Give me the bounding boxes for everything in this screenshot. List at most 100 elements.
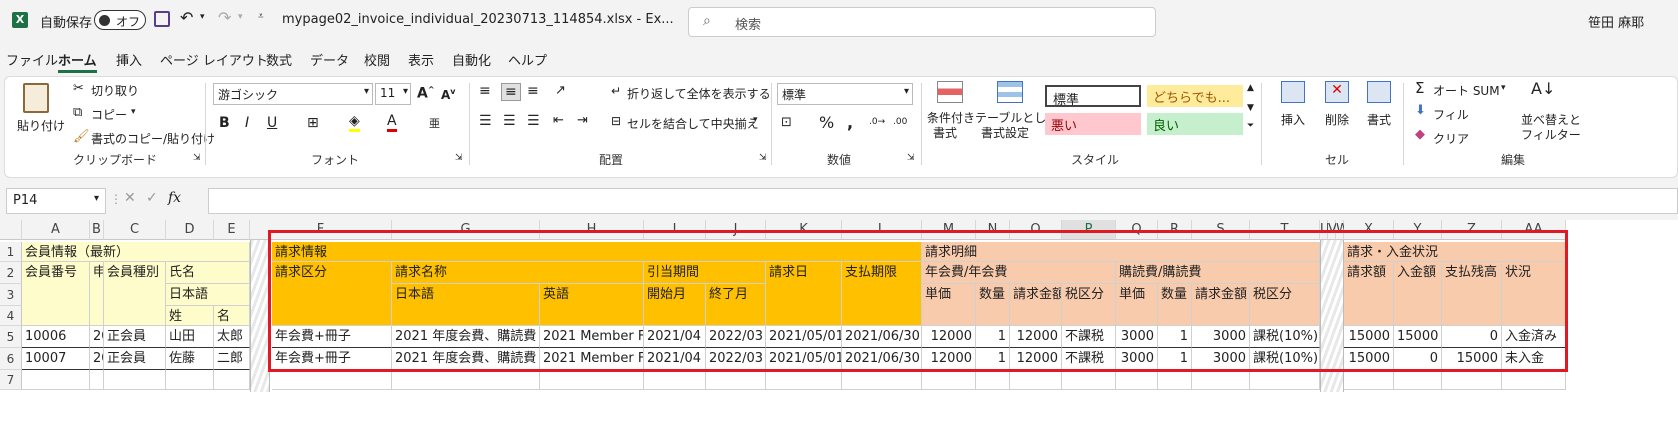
paste-button[interactable]: 貼り付け [17,117,65,134]
style-neutral[interactable]: どちらでも... [1147,85,1243,107]
cell-r7[interactable] [1158,370,1192,390]
member-type-header[interactable]: 会員種別 [104,262,166,326]
merge-dropdown-icon[interactable]: ▾ [753,115,758,125]
tab-home[interactable]: ホーム [58,50,97,73]
member-no-header[interactable]: 会員番号 [22,262,90,326]
format-cells-button[interactable]: 書式 [1367,111,1391,128]
indent-icon[interactable]: ⇥ [577,113,588,128]
select-all-corner[interactable] [0,220,22,240]
delete-cells-button[interactable]: 削除 [1325,111,1349,128]
autosum-dropdown-icon[interactable]: ▾ [1501,83,1506,93]
italic-icon[interactable]: I [245,115,249,131]
cell-d7[interactable] [166,370,214,390]
insert-function-icon[interactable]: fx [168,190,181,206]
row-header-1[interactable]: 1 [0,242,22,262]
tab-formulas[interactable]: 数式 [266,50,292,69]
column-header-a[interactable]: A [22,220,90,240]
cancel-icon[interactable]: ✕ [124,190,136,206]
autosum-button[interactable]: オート SUM [1433,82,1500,99]
cell-f7[interactable] [272,370,392,390]
styles-scroll-up-icon[interactable]: ▲ [1247,83,1254,93]
styles-scroll-down-icon[interactable]: ▼ [1247,103,1254,113]
increase-decimal-icon[interactable]: .0→ [869,117,885,127]
formula-input[interactable] [208,188,1678,214]
wrap-text-button[interactable]: 折り返して全体を表示する [627,85,771,102]
data-cell-c5[interactable]: 正会員 [104,326,166,348]
cell-c7[interactable] [104,370,166,390]
paste-icon[interactable] [23,83,49,113]
name-header[interactable]: 氏名 [166,262,250,284]
data-cell-d6[interactable]: 佐藤 [166,348,214,370]
tab-review[interactable]: 校閲 [364,50,390,69]
align-left-icon[interactable]: ☰ [479,113,492,129]
styles-more-icon[interactable]: ⏷ [1247,121,1254,131]
column-header-b[interactable]: B [90,220,104,240]
row-header-3[interactable]: 3 [0,284,22,306]
cell-aa7[interactable] [1502,370,1566,390]
cell-p7[interactable] [1062,370,1116,390]
data-cell-b5[interactable]: 20 [90,326,104,348]
search-box[interactable]: ⌕ 検索 [688,7,1156,37]
applicant-header[interactable]: 申 [90,262,104,326]
undo-dropdown-icon[interactable]: ▾ [200,12,205,22]
cut-button[interactable]: 切り取り [91,82,139,99]
font-color-icon[interactable]: A [387,113,397,132]
tab-help[interactable]: ヘルプ [508,50,547,69]
decrease-font-icon[interactable]: Av [441,87,456,102]
cell-m7[interactable] [922,370,976,390]
row-header-2[interactable]: 2 [0,262,22,284]
increase-font-icon[interactable]: A^ [417,85,435,102]
cell-n7[interactable] [976,370,1010,390]
more-options-icon[interactable]: ⋮ [110,192,122,206]
copy-button[interactable]: コピー [91,106,127,123]
phonetic-icon[interactable]: 亜 [429,115,440,131]
last-name-header[interactable]: 姓 [166,306,214,326]
data-cell-c6[interactable]: 正会員 [104,348,166,370]
data-cell-a5[interactable]: 10006 [22,326,90,348]
cell-x7[interactable] [1344,370,1394,390]
outdent-icon[interactable]: ⇤ [553,113,564,128]
row-header-5[interactable]: 5 [0,326,22,348]
insert-cells-button[interactable]: 挿入 [1281,111,1305,128]
user-name[interactable]: 笹田 麻耶 [1588,12,1644,31]
fill-button[interactable]: フィル [1433,106,1469,123]
name-box[interactable]: P14 ▾ [6,188,106,214]
style-bad[interactable]: 悪い [1045,113,1141,135]
comma-icon[interactable]: , [847,113,853,132]
accounting-icon[interactable]: ⊡ [781,115,792,130]
number-format-select[interactable]: 標準 ▾ [777,83,913,105]
column-header-e[interactable]: E [214,220,250,240]
data-cell-a6[interactable]: 10007 [22,348,90,370]
cell-g7[interactable] [392,370,540,390]
data-cell-e6[interactable]: 二郎 [214,348,250,370]
customize-qat-icon[interactable]: ⩡ [258,11,264,22]
tab-file[interactable]: ファイル [6,50,58,69]
percent-icon[interactable]: % [819,113,834,132]
cell-z7[interactable] [1442,370,1502,390]
cell-y7[interactable] [1394,370,1442,390]
cell-o7[interactable] [1010,370,1062,390]
merge-center-button[interactable]: セルを結合して中央揃え [627,115,759,132]
enter-icon[interactable]: ✓ [146,190,158,206]
name-ja-header[interactable]: 日本語 [166,284,250,306]
cell-k7[interactable] [766,370,842,390]
row-header-4[interactable]: 4 [0,306,22,326]
clipboard-launcher-icon[interactable]: ⇲ [193,153,201,163]
cell-s7[interactable] [1192,370,1250,390]
cell-i7[interactable] [644,370,706,390]
align-right-icon[interactable]: ☰ [527,113,540,129]
copy-dropdown-icon[interactable]: ▾ [131,107,136,117]
tab-insert[interactable]: 挿入 [116,50,142,69]
cell-t7[interactable] [1250,370,1320,390]
autosave-toggle[interactable]: オフ [94,10,146,30]
underline-icon[interactable]: U [267,115,277,131]
data-cell-e5[interactable]: 太郎 [214,326,250,348]
split-pane-divider[interactable] [250,240,270,392]
first-name-header[interactable]: 名 [214,306,250,326]
data-cell-b6[interactable]: 20 [90,348,104,370]
align-middle-icon[interactable]: ≡ [501,83,521,101]
row-header-7[interactable]: 7 [0,370,22,390]
decrease-decimal-icon[interactable]: .00 [893,117,907,127]
row-header-6[interactable]: 6 [0,348,22,370]
tab-data[interactable]: データ [310,50,349,69]
